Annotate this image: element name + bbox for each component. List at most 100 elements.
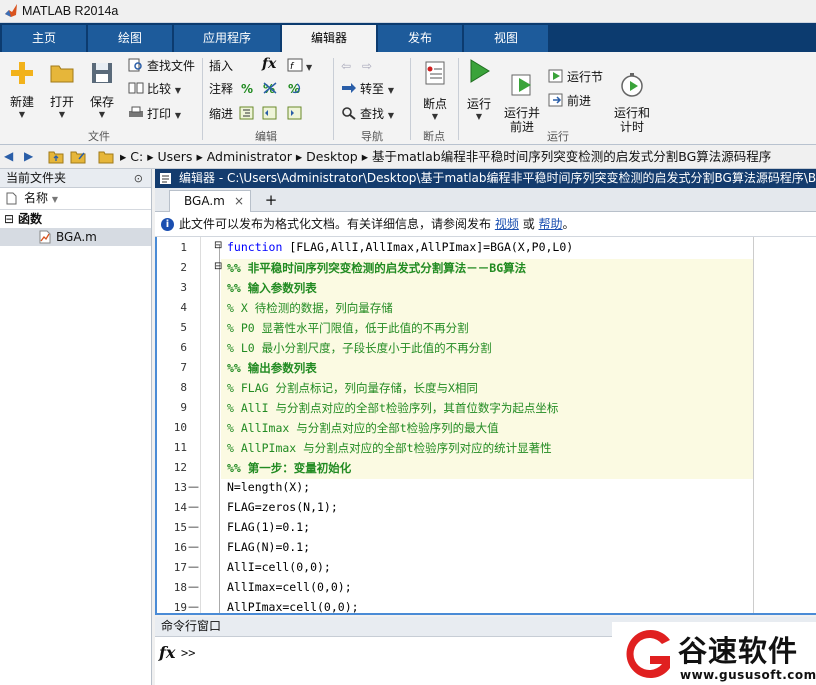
run-and-advance-button[interactable]: 运行并 前进: [502, 58, 542, 148]
goto-button[interactable]: 转至 ▼: [341, 80, 394, 98]
code-line[interactable]: N=length(X);: [227, 480, 310, 494]
breadcrumb-administrator[interactable]: Administrator: [207, 149, 292, 164]
uncomment-button[interactable]: %: [262, 80, 281, 98]
increase-indent-button[interactable]: [262, 105, 281, 123]
group-file-label: 文件: [88, 130, 110, 143]
nav-back-arrow-icon[interactable]: ⇦: [341, 57, 351, 75]
code-line[interactable]: AllPImax=cell(0,0);: [227, 600, 359, 613]
breakpoints-label: 断点: [422, 97, 447, 111]
code-line[interactable]: function [FLAG,AllI,AllImax,AllPImax]=BG…: [227, 240, 573, 254]
command-prompt[interactable]: >>: [181, 646, 195, 660]
collapse-icon[interactable]: ⊟: [4, 210, 14, 228]
breadcrumb-project-folder[interactable]: 基于matlab编程非平稳时间序列突变检测的启发式分割BG算法源码程序: [372, 149, 771, 164]
code-line[interactable]: % AllImax 与分割点对应的全部t检验序列的最大值: [227, 420, 499, 436]
code-line[interactable]: AllImax=cell(0,0);: [227, 580, 352, 594]
code-line[interactable]: % AllI 与分割点对应的全部t检验序列，其首位数字为起点坐标: [227, 400, 558, 416]
decrease-indent-button[interactable]: [287, 105, 306, 123]
file-tab-bga[interactable]: BGA.m ×: [169, 190, 251, 212]
code-line[interactable]: %% 第一步：变量初始化: [227, 460, 351, 476]
indent-button[interactable]: 缩进: [209, 105, 233, 123]
run-button[interactable]: 运行 ▼: [462, 58, 496, 121]
save-button[interactable]: 保存 ▼: [86, 60, 118, 119]
breakpoint-dash[interactable]: —: [188, 520, 199, 533]
tab-editor[interactable]: 编辑器: [282, 25, 376, 52]
breakpoint-dash[interactable]: —: [188, 500, 199, 513]
tab-home[interactable]: 主页: [2, 25, 86, 52]
open-button[interactable]: 打开 ▼: [46, 60, 78, 119]
code-line[interactable]: % FLAG 分割点标记，列向量存储，长度与X相同: [227, 380, 478, 396]
back-arrow-icon[interactable]: ◀: [4, 149, 13, 163]
smart-indent-button[interactable]: [239, 105, 258, 123]
find-button[interactable]: 查找 ▼: [341, 105, 394, 123]
current-folder-panel: 当前文件夹 ⊙ 名称 ▼ ⊟ 函数 BGA.m: [0, 169, 152, 685]
code-line[interactable]: % L0 最小分割尺度，子段长度小于此值的不再分割: [227, 340, 492, 356]
help-link[interactable]: 帮助: [539, 217, 563, 231]
insert-button[interactable]: 插入: [209, 57, 233, 75]
tab-apps[interactable]: 应用程序: [174, 25, 280, 52]
insert-fx-list-button[interactable]: f ▼: [287, 57, 312, 75]
new-button[interactable]: 新建 ▼: [6, 60, 38, 119]
window-title: MATLAB R2014a: [22, 4, 119, 18]
find-files-button[interactable]: 查找文件: [128, 57, 195, 75]
current-folder-header: 当前文件夹 ⊙: [0, 169, 151, 188]
line-number: 19: [173, 601, 187, 614]
compare-button[interactable]: 比较 ▼: [128, 80, 181, 98]
video-link[interactable]: 视频: [495, 217, 519, 231]
line-number: 7: [180, 361, 187, 374]
code-line[interactable]: % X 待检测的数据，列向量存储: [227, 300, 393, 316]
code-line[interactable]: FLAG(1)=0.1;: [227, 520, 310, 534]
tab-plots[interactable]: 绘图: [88, 25, 172, 52]
code-line[interactable]: %% 非平稳时间序列突变检测的启发式分割算法－－BG算法: [227, 260, 526, 276]
code-line[interactable]: % AllPImax 与分割点对应的全部t检验序列对应的统计显著性: [227, 440, 552, 456]
breadcrumb-drive[interactable]: C:: [130, 149, 143, 164]
panel-menu-icon[interactable]: ⊙: [134, 170, 143, 188]
insert-function-button[interactable]: fx: [262, 55, 276, 73]
code-line[interactable]: FLAG(N)=0.1;: [227, 540, 310, 554]
breadcrumb-desktop[interactable]: Desktop: [306, 149, 358, 164]
print-dropdown-icon: ▼: [174, 111, 181, 120]
code-line[interactable]: %% 输出参数列表: [227, 360, 317, 376]
print-button[interactable]: 打印 ▼: [128, 105, 181, 123]
fold-toggle-icon[interactable]: ⊟: [214, 240, 222, 251]
advance-button[interactable]: 前进: [548, 92, 591, 110]
file-item-bga[interactable]: BGA.m: [0, 228, 151, 246]
code-line[interactable]: % P0 显著性水平门限值，低于此值的不再分割: [227, 320, 469, 336]
insert-label: 插入: [209, 59, 234, 73]
breakpoints-button[interactable]: 断点 ▼: [418, 60, 452, 121]
code-line[interactable]: FLAG=zeros(N,1);: [227, 500, 338, 514]
forward-arrow-icon[interactable]: ▶: [24, 149, 33, 163]
run-time-stopwatch-icon: [621, 73, 643, 97]
save-disk-icon: [92, 63, 112, 83]
breakpoints-dropdown-icon: ▼: [431, 112, 439, 121]
breakpoint-dash[interactable]: —: [188, 480, 199, 493]
wrap-comments-button[interactable]: %: [287, 80, 306, 98]
breakpoint-dash[interactable]: —: [188, 580, 199, 593]
group-functions[interactable]: ⊟ 函数: [0, 210, 151, 228]
code-editor[interactable]: ⊟ ⊟ 1 function [FLAG,AllI,AllImax,AllPIma…: [155, 237, 816, 615]
breadcrumb-users[interactable]: Users: [157, 149, 192, 164]
comment-button[interactable]: 注释: [209, 80, 233, 98]
right-margin-line: [753, 237, 754, 613]
run-section-button[interactable]: 运行节: [548, 68, 603, 86]
breakpoint-dash[interactable]: —: [188, 540, 199, 553]
name-column-header[interactable]: 名称 ▼: [0, 188, 151, 210]
new-tab-button[interactable]: +: [259, 190, 283, 212]
breakpoint-icon: [425, 61, 445, 85]
browse-folder-icon[interactable]: [70, 149, 86, 164]
nav-forward-arrow-icon[interactable]: ⇨: [362, 57, 372, 75]
code-line[interactable]: %% 输入参数列表: [227, 280, 317, 296]
ribbon-divider: [333, 58, 334, 140]
code-line[interactable]: AllI=cell(0,0);: [227, 560, 331, 574]
tab-view[interactable]: 视图: [464, 25, 548, 52]
breakpoint-dash[interactable]: —: [188, 560, 199, 573]
fx-icon[interactable]: fx: [159, 643, 175, 662]
fold-toggle-icon[interactable]: ⊟: [214, 261, 222, 272]
close-tab-icon[interactable]: ×: [234, 191, 244, 211]
breadcrumb-separator: ▸: [196, 149, 207, 164]
run-and-time-button[interactable]: 运行和 计时: [612, 58, 652, 148]
breakpoint-dash[interactable]: —: [188, 600, 199, 613]
up-folder-icon[interactable]: [48, 149, 64, 164]
comment-percent-icon[interactable]: %: [241, 80, 253, 98]
fold-line: [219, 245, 220, 613]
tab-publish[interactable]: 发布: [378, 25, 462, 52]
